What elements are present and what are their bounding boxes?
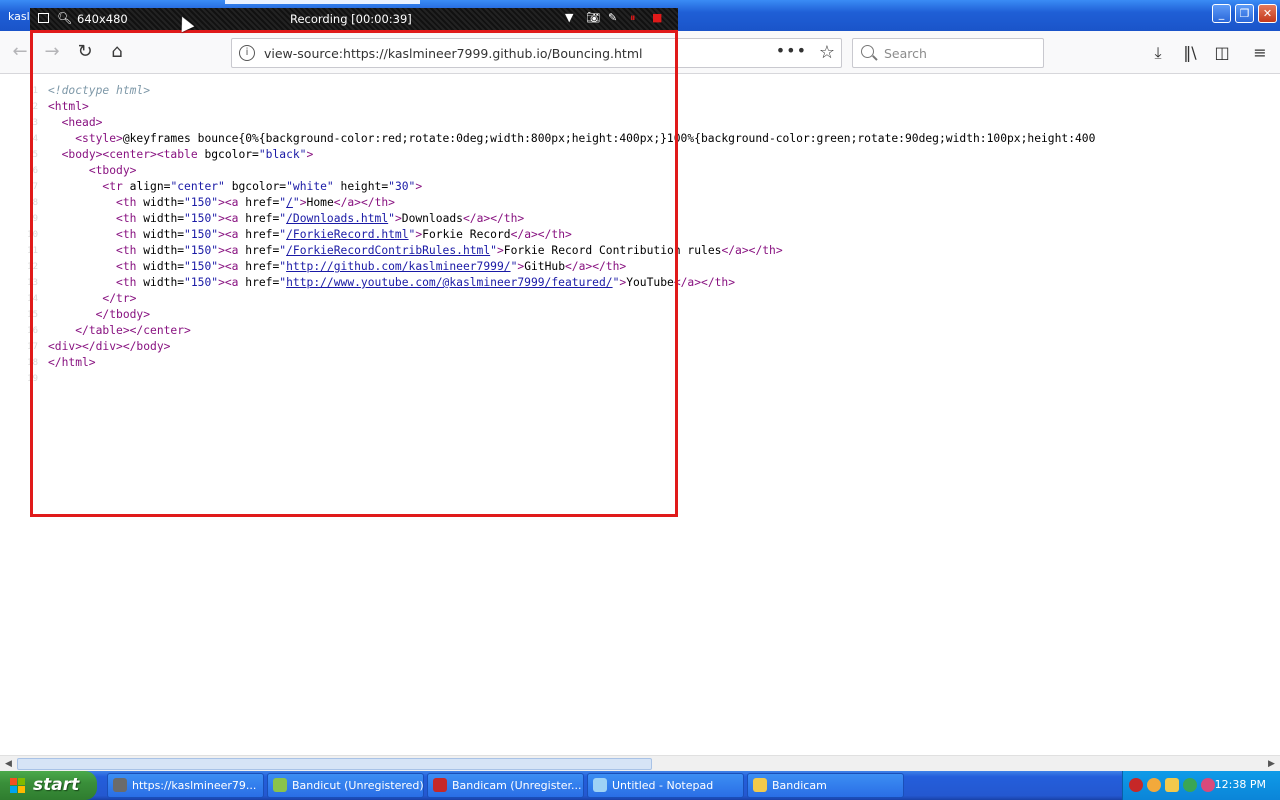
taskbar-button-label: https://kaslmineer79... — [132, 779, 257, 792]
recording-status: Recording [00:00:39] — [290, 12, 412, 26]
camera-icon[interactable]: 📷︎ — [586, 11, 600, 24]
start-button[interactable]: start — [0, 771, 97, 800]
taskbar-button[interactable]: https://kaslmineer79... — [107, 773, 264, 798]
taskbar-button-label: Untitled - Notepad — [612, 779, 714, 792]
recording-size[interactable]: 640x480 — [77, 12, 128, 26]
sidebar-icon[interactable]: ◫ — [1210, 41, 1234, 65]
taskbar: start https://kaslmineer79... Bandicut (U… — [0, 771, 1280, 800]
scrollbar-thumb[interactable] — [17, 758, 652, 770]
menu-icon[interactable]: ≡ — [1248, 41, 1272, 65]
taskbar-button-label: Bandicam — [772, 779, 827, 792]
shield-tray-icon[interactable] — [1165, 778, 1179, 792]
window-title: kasl — [8, 10, 30, 23]
app-icon — [433, 778, 447, 792]
recording-area-frame[interactable] — [30, 30, 678, 517]
maximize-button[interactable]: ❐ — [1235, 4, 1254, 23]
security-tray-icon[interactable] — [1201, 778, 1215, 792]
page-actions-icon[interactable]: ••• — [776, 41, 807, 60]
pencil-icon[interactable]: ✎ — [608, 11, 617, 24]
clock[interactable]: 12:38 PM — [1215, 778, 1266, 791]
downloads-icon[interactable]: ⤓ — [1146, 41, 1170, 65]
taskbar-button[interactable]: Bandicam — [747, 773, 904, 798]
active-tab-indicator[interactable] — [225, 0, 420, 4]
pause-icon[interactable]: ⏸ — [630, 11, 636, 25]
app-icon — [113, 778, 127, 792]
windows-logo-icon — [10, 778, 26, 793]
scroll-left-arrow-icon[interactable]: ◀ — [1, 757, 16, 771]
search-input[interactable]: Search — [852, 38, 1044, 68]
horizontal-scrollbar[interactable]: ◀ ▶ — [0, 755, 1280, 771]
zoom-icon[interactable]: 🔍︎ — [57, 11, 72, 25]
taskbar-button-label: Bandicut (Unregistered) — [292, 779, 424, 792]
recording-toolbar[interactable]: 🔍︎ 640x480 Recording [00:00:39] ▼ 📷︎ ✎ ⏸… — [30, 8, 678, 30]
bookmark-star-icon[interactable]: ☆ — [819, 42, 835, 63]
taskbar-button[interactable]: Bandicam (Unregister... — [427, 773, 584, 798]
scroll-right-arrow-icon[interactable]: ▶ — [1264, 757, 1279, 771]
desktop-screen: kasl _ ❐ ✕ ← → ↻ ⌂ i view-source:https:/… — [0, 0, 1280, 800]
minimize-button[interactable]: _ — [1212, 4, 1231, 23]
dropdown-icon[interactable]: ▼ — [565, 11, 573, 24]
start-label: start — [33, 775, 80, 795]
app-icon — [753, 778, 767, 792]
stop-icon[interactable]: ■ — [652, 11, 662, 24]
close-button[interactable]: ✕ — [1258, 4, 1277, 23]
library-icon[interactable]: ‖\ — [1178, 41, 1202, 65]
app-icon — [593, 778, 607, 792]
system-tray: 12:38 PM — [1122, 771, 1280, 800]
update-tray-icon[interactable] — [1183, 778, 1197, 792]
search-icon — [861, 45, 874, 58]
search-placeholder: Search — [884, 46, 927, 61]
taskbar-button[interactable]: Untitled - Notepad — [587, 773, 744, 798]
app-icon — [273, 778, 287, 792]
window-mode-icon[interactable] — [38, 13, 49, 23]
bandicam-tray-icon[interactable] — [1129, 778, 1143, 792]
taskbar-button[interactable]: Bandicut (Unregistered) — [267, 773, 424, 798]
network-tray-icon[interactable] — [1147, 778, 1161, 792]
taskbar-button-label: Bandicam (Unregister... — [452, 779, 582, 792]
